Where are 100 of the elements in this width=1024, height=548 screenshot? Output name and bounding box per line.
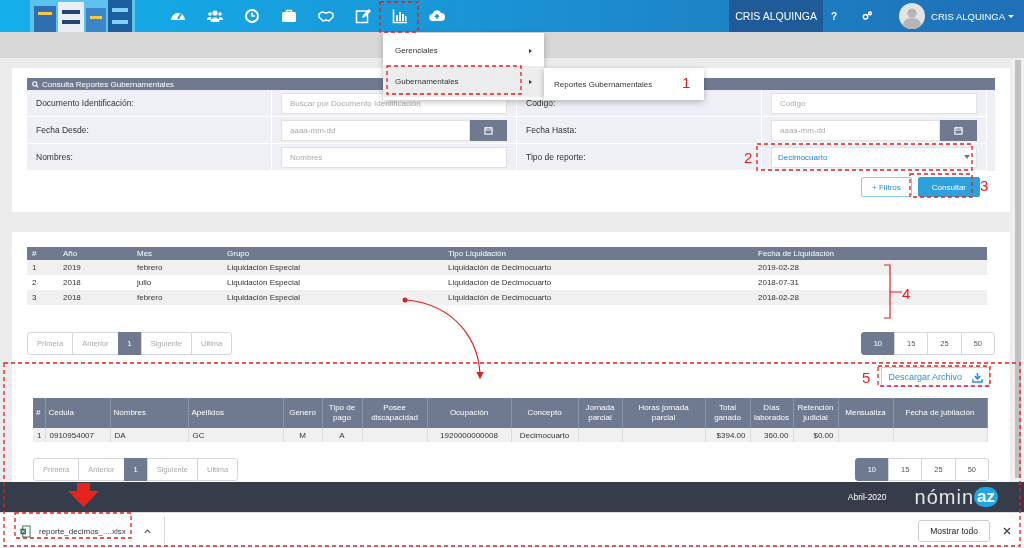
column-header: Apellidos — [188, 398, 283, 428]
panel-title: Consulta Reportes Gubernamentales — [42, 79, 175, 89]
field-label: Codigo: — [526, 98, 556, 108]
calendar-button[interactable] — [470, 119, 507, 141]
annotation-box — [379, 1, 419, 33]
column-header: Tipo Liquidación — [443, 247, 753, 260]
caret-icon — [529, 48, 532, 53]
caret-icon — [529, 79, 532, 84]
column-header: Mensualiza — [838, 398, 893, 428]
table-cell: 1 — [27, 260, 58, 275]
column-header: Jornada parcial — [578, 398, 622, 428]
table-cell: 2019 — [58, 260, 132, 275]
column-header: Fecha de Liquidación — [753, 247, 987, 260]
table-cell: 2018 — [58, 290, 132, 305]
table-cell: febrero — [132, 260, 222, 275]
table-cell: Liquidación Especial — [222, 290, 443, 305]
user-menu-button[interactable]: CRIS ALQUINGA — [931, 10, 1014, 22]
column-header: Total ganado — [705, 398, 750, 428]
table-cell: 3 — [27, 290, 58, 305]
column-header: # — [33, 398, 45, 428]
calendar-icon — [954, 125, 963, 135]
text-field[interactable]: Codigo — [771, 92, 977, 114]
table-cell: julio — [132, 275, 222, 290]
close-icon[interactable] — [1002, 526, 1012, 536]
table-cell: Liquidación Especial — [222, 275, 443, 290]
column-header: Grupo — [222, 247, 443, 260]
column-header: Cedula — [45, 398, 110, 428]
annotation-number: 2 — [744, 149, 753, 166]
column-header: Retención judicial — [793, 398, 838, 428]
briefcase-icon[interactable] — [281, 8, 297, 24]
settings-icon[interactable] — [861, 10, 874, 22]
table-cell: DA — [114, 430, 126, 440]
menu-item[interactable]: Gubernamentales — [383, 66, 544, 97]
table-cell: 2018 — [58, 275, 132, 290]
column-header: Concepto — [511, 398, 578, 428]
table-cell: $394.00 — [716, 430, 746, 440]
calendar-button[interactable] — [940, 119, 977, 141]
column-header: Horas jornada parcial — [622, 398, 705, 428]
annotation-number: 5 — [862, 369, 871, 386]
field-label: Fecha Hasta: — [526, 125, 577, 135]
date-field[interactable]: aaaa-mm-dd — [771, 119, 940, 141]
field-label: Tipo de reporte: — [526, 152, 586, 162]
help-link[interactable]: ? — [830, 10, 838, 22]
annotation-bracket — [883, 264, 903, 319]
table-cell: Decimocuarto — [519, 430, 570, 440]
search-icon — [32, 80, 39, 88]
annotation-number: 1 — [682, 74, 691, 91]
table-cell: M — [299, 430, 306, 440]
period-label: Abril-2020 — [847, 492, 887, 502]
table-cell: GC — [192, 430, 205, 440]
company-badge[interactable]: CRIS ALQUINGA — [729, 0, 823, 32]
download-button[interactable]: Descargar Archivo — [881, 367, 990, 387]
calendar-icon — [484, 125, 493, 135]
scrollbar[interactable] — [1012, 58, 1024, 482]
clock-icon[interactable] — [244, 8, 260, 24]
chevron-up-icon[interactable] — [142, 526, 152, 536]
show-all-button[interactable]: Mostrar todo — [918, 520, 990, 542]
download-icon — [972, 371, 983, 383]
column-header: # — [27, 247, 58, 260]
text-field[interactable]: Nombres — [281, 146, 507, 168]
column-header: Tipo de pago — [322, 398, 362, 428]
date-field[interactable]: aaaa-mm-dd — [281, 119, 470, 141]
column-header: Días laborados — [750, 398, 793, 428]
table-cell: Liquidación de Decimocuarto — [443, 290, 753, 305]
column-header: Ocupación — [427, 398, 511, 428]
avatar-icon[interactable] — [899, 3, 926, 29]
menu-item[interactable]: Gerenciales — [383, 35, 544, 66]
cloud-upload-icon[interactable] — [429, 8, 445, 24]
table-cell: 1 — [37, 430, 42, 440]
filters-button[interactable]: + Filtros — [861, 177, 912, 197]
table-cell: A — [339, 430, 345, 440]
bar-chart-icon[interactable] — [392, 8, 408, 24]
column-header: Nombres — [110, 398, 188, 428]
annotation-box — [909, 173, 973, 198]
download-file-name[interactable]: reporte_decimos_....xlsx — [39, 526, 126, 536]
table-cell: 1920000000008 — [440, 430, 498, 440]
submit-button[interactable]: Consultar — [917, 177, 980, 197]
users-icon[interactable] — [207, 8, 223, 24]
scrollbar-thumb[interactable] — [1015, 60, 1021, 478]
column-header: Fecha de jubilación — [893, 398, 987, 428]
annotation-number: 3 — [980, 177, 989, 194]
spreadsheet-file-icon — [20, 524, 31, 538]
table-cell: 360.00 — [764, 430, 789, 440]
table-cell: Liquidación de Decimocuarto — [443, 275, 753, 290]
down-arrow-icon — [68, 483, 99, 507]
field-label: Documento Identificación: — [36, 98, 134, 108]
table-cell: 0910954007 — [49, 430, 94, 440]
report-type-select[interactable]: Decimocuarto — [771, 146, 977, 168]
menu-item[interactable]: Reportes Gubernamentales — [544, 68, 663, 100]
field-label: Nombres: — [36, 152, 73, 162]
edit-icon[interactable] — [355, 8, 371, 24]
caret-icon — [1008, 14, 1014, 18]
table-cell: 2 — [27, 275, 58, 290]
column-header: Posee discapacidad — [362, 398, 427, 428]
caret-icon — [964, 155, 970, 159]
column-header: Mes — [132, 247, 222, 260]
column-header: Año — [58, 247, 132, 260]
logo-badge: az — [974, 487, 998, 507]
table-cell: febrero — [132, 290, 222, 305]
table-cell: Liquidación de Decimocuarto — [443, 260, 753, 275]
